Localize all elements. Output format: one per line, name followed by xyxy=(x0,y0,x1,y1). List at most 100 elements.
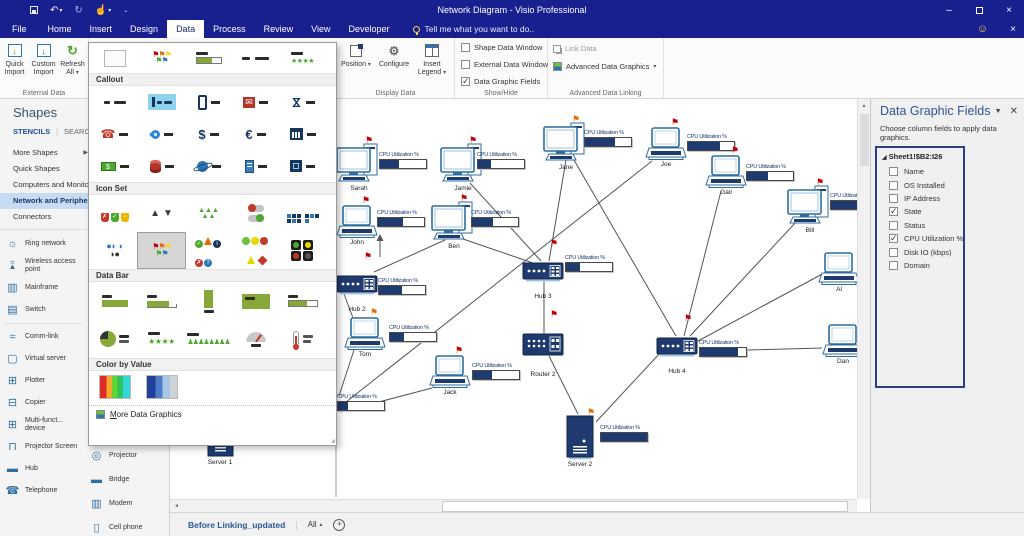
data-graphic-flags[interactable]: ⚑⚑⚑⚑⚑ xyxy=(138,44,185,72)
field-status-checkbox[interactable]: Status xyxy=(882,219,963,232)
database-callout[interactable] xyxy=(138,151,185,181)
scroll-left-icon[interactable]: ◄ xyxy=(170,503,183,509)
insert-legend-button[interactable]: Insert Legend ▾ xyxy=(413,38,451,77)
minimize-button[interactable]: – xyxy=(934,0,964,20)
vertical-data-bar[interactable] xyxy=(185,283,232,319)
data-graphic-fields-checkbox[interactable]: Data Graphic Fields xyxy=(461,74,547,89)
node-hub3[interactable]: ⚑ xyxy=(522,262,564,288)
vertical-scrollbar[interactable]: ▲ xyxy=(857,99,870,499)
panel-menu-icon[interactable]: ▼ xyxy=(995,108,1002,115)
pie-circles-icon-set[interactable]: ●◐◑◑● xyxy=(91,233,138,268)
shape-telephone[interactable]: ☎Telephone xyxy=(0,480,86,502)
server-callout[interactable] xyxy=(232,151,279,181)
hourglass-callout[interactable]: ⋈ xyxy=(279,87,326,117)
shape-wireless-access-point[interactable]: ≈▲Wireless access point xyxy=(0,255,86,277)
color-by-value-blues[interactable] xyxy=(138,372,185,402)
toggle-icon-set[interactable] xyxy=(232,196,279,231)
stencil-quick-shapes[interactable]: Quick Shapes xyxy=(0,161,92,177)
advanced-data-graphics-button[interactable]: Advanced Data Graphics▾ xyxy=(553,59,663,74)
shape-mainframe[interactable]: ▥Mainframe xyxy=(0,277,86,299)
planet-callout[interactable] xyxy=(185,151,232,181)
stencil-computers-and-monitors[interactable]: Computers and Monitors xyxy=(0,177,92,193)
field-cpu-utilization--checkbox[interactable]: CPU Utilization % xyxy=(882,232,963,245)
shape-switch[interactable]: ▤Switch xyxy=(0,299,86,321)
node-bill[interactable]: ⚑ xyxy=(787,185,833,232)
data-graphic-data-bar[interactable] xyxy=(185,44,232,72)
tab-developer[interactable]: Developer xyxy=(339,20,398,38)
location-pin-callout[interactable] xyxy=(138,119,185,149)
node-jane[interactable]: ⚑ xyxy=(543,122,589,169)
shape-bridge[interactable]: ▬Bridge xyxy=(84,469,168,491)
stencil-network-and-peripherals[interactable]: Network and Peripherals xyxy=(0,193,92,209)
field-domain-checkbox[interactable]: Domain xyxy=(882,259,963,272)
star-rating-data-bar[interactable]: ★★★★ xyxy=(138,321,185,357)
horizontal-scroll-thumb[interactable] xyxy=(442,501,848,512)
text-callout[interactable] xyxy=(91,87,138,117)
shape-projector-screen[interactable]: ⊓Projector Screen xyxy=(0,436,86,458)
data-bar-with-scale[interactable] xyxy=(138,283,185,319)
data-bar[interactable] xyxy=(91,283,138,319)
feedback-smiley-icon[interactable]: ☺ xyxy=(977,23,988,35)
chip-callout[interactable] xyxy=(279,151,326,181)
configure-button[interactable]: ⚙Configure xyxy=(375,38,413,69)
shields-icon-set[interactable]: ✗✓− xyxy=(91,196,138,231)
add-page-button[interactable]: + xyxy=(333,519,345,531)
colored-shapes-icon-set[interactable] xyxy=(232,233,279,268)
tab-view[interactable]: View xyxy=(302,20,339,38)
node-hub4[interactable]: ⚑ xyxy=(656,337,698,363)
collapse-tree-icon[interactable]: ◢ xyxy=(882,155,887,161)
page-tab[interactable]: Before Linking_updated xyxy=(188,520,285,530)
people-data-bar[interactable]: ♟♟♟♟♟♟♟♟ xyxy=(185,321,232,357)
horizontal-scrollbar[interactable]: ◄ xyxy=(170,499,857,512)
mail-callout[interactable]: ✉ xyxy=(232,87,279,117)
mobile-phone-callout[interactable] xyxy=(185,87,232,117)
data-graphic-star-rating[interactable]: ★★★★ xyxy=(279,44,326,72)
block-data-bar[interactable] xyxy=(232,283,279,319)
resize-grip-icon[interactable]: ◢ xyxy=(331,438,335,444)
field-disk-io-kbps--checkbox[interactable]: Disk IO (kbps) xyxy=(882,245,963,258)
dollar-callout[interactable]: $ xyxy=(185,119,232,149)
node-hub2[interactable]: ⚑ xyxy=(336,275,378,301)
node-server2[interactable]: ⚑ xyxy=(566,415,596,465)
tab-process[interactable]: Process xyxy=(204,20,255,38)
tab-review[interactable]: Review xyxy=(255,20,303,38)
field-name-checkbox[interactable]: Name xyxy=(882,165,963,178)
field-os-installed-checkbox[interactable]: OS Installed xyxy=(882,178,963,191)
flags-icon-set[interactable]: ⚑⚑⚑⚑⚑ xyxy=(138,233,185,268)
tell-me-box[interactable]: Tell me what you want to do.. xyxy=(413,20,535,38)
shape-copier[interactable]: ⊟Copier xyxy=(0,392,86,414)
shape-hub[interactable]: ▬Hub xyxy=(0,458,86,480)
custom-import-button[interactable]: ↓Custom Import xyxy=(29,38,58,77)
collapse-ribbon-icon[interactable]: × xyxy=(1010,24,1016,35)
tab-file[interactable]: File xyxy=(0,20,39,38)
phone-callout[interactable]: ☎ xyxy=(91,119,138,149)
shape-plotter[interactable]: ⊞Plotter xyxy=(0,370,86,392)
highlighted-text-callout[interactable] xyxy=(138,87,185,117)
pie-chart-data-bar[interactable] xyxy=(91,321,138,357)
position-button[interactable]: Position ▾ xyxy=(337,38,375,69)
signal-strength-icon-set[interactable]: ▲▲▲▲▲ xyxy=(185,196,232,231)
node-router2[interactable]: ⚑ xyxy=(522,333,564,363)
shape-modem[interactable]: ▥Modem xyxy=(84,493,168,515)
stencil-connectors[interactable]: Connectors xyxy=(0,209,92,225)
shapes-tab-stencils[interactable]: STENCILS xyxy=(13,127,50,136)
dataset-row[interactable]: ◢Sheet1!$B2:I26 xyxy=(882,152,963,161)
all-pages-button[interactable]: All▲ xyxy=(308,520,324,529)
panel-close-icon[interactable]: ✕ xyxy=(1010,106,1018,117)
field-ip-address-checkbox[interactable]: IP Address xyxy=(882,192,963,205)
shape-virtual-server[interactable]: ▢Virtual server xyxy=(0,348,86,370)
shape-cell-phone[interactable]: ▯Cell phone xyxy=(84,517,168,536)
shape-data-window-checkbox[interactable]: Shape Data Window xyxy=(461,40,547,55)
thumbs-icon-set[interactable]: ▲▼ xyxy=(138,196,185,231)
squares-icon-set[interactable] xyxy=(279,196,326,231)
quick-import-button[interactable]: ↓Quick Import xyxy=(0,38,29,77)
field-state-checkbox[interactable]: State xyxy=(882,205,963,218)
tab-insert[interactable]: Insert xyxy=(81,20,122,38)
tab-data[interactable]: Data xyxy=(167,20,204,38)
speedometer-data-bar[interactable] xyxy=(232,321,279,357)
shape-comm-link[interactable]: ≈Comm-link xyxy=(0,326,86,348)
node-sarah[interactable]: ⚑ xyxy=(336,143,382,190)
thermometer-data-bar[interactable] xyxy=(279,321,326,357)
more-data-graphics-button[interactable]: More Data Graphics xyxy=(89,405,336,423)
restore-button[interactable] xyxy=(964,0,994,20)
